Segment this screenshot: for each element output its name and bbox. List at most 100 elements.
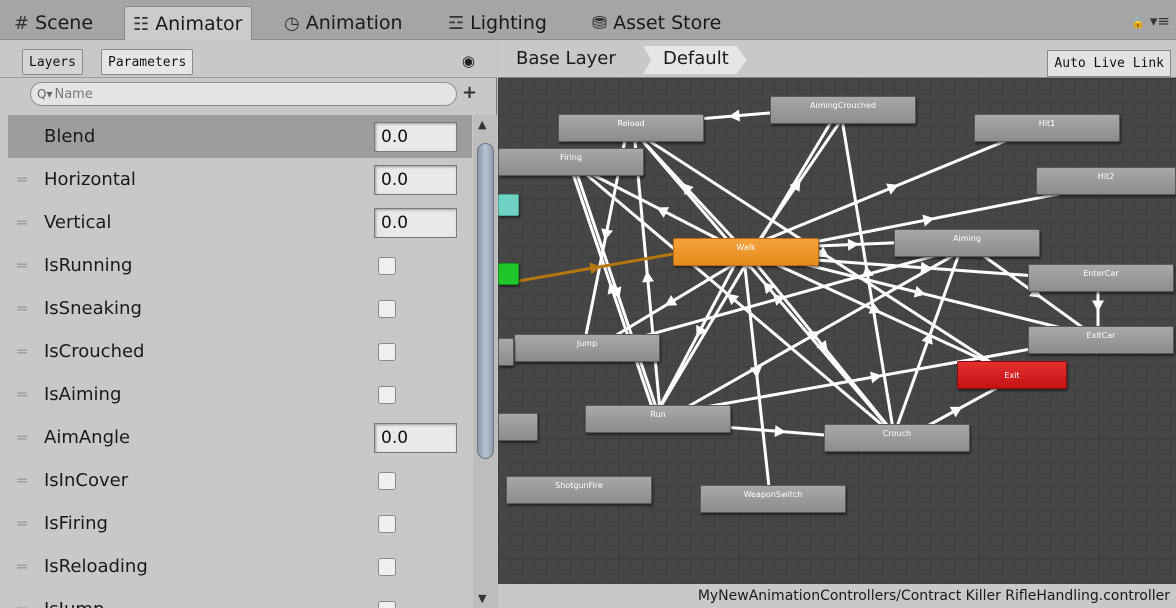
scrollbar-thumb[interactable] <box>477 143 494 459</box>
search-icon[interactable]: Q▾ <box>37 87 52 101</box>
drag-handle-icon[interactable]: ═ <box>8 170 36 189</box>
scroll-down-arrow-icon[interactable]: ▼ <box>478 592 486 605</box>
state-node-aiming[interactable]: Aiming <box>894 229 1040 257</box>
parameter-row[interactable]: ═ IsInCover <box>8 459 472 502</box>
graph-header: Base Layer Default Auto Live Link <box>498 40 1176 78</box>
tab-label: Lighting <box>470 12 547 34</box>
drag-handle-icon[interactable]: ═ <box>8 213 36 232</box>
state-node-exit[interactable]: Exit <box>957 361 1067 389</box>
window-controls: 🔒 ▾≡ <box>1131 12 1170 30</box>
drag-handle-icon[interactable]: ═ <box>8 342 36 361</box>
transition-arrowhead <box>913 285 926 298</box>
lock-icon[interactable]: 🔒 <box>1131 16 1145 29</box>
parameter-row[interactable]: ═ IsCrouched <box>8 330 472 373</box>
auto-live-link-button[interactable]: Auto Live Link <box>1047 50 1171 77</box>
parameter-row[interactable]: ═ IsJump <box>8 588 472 608</box>
parameter-scrollbar[interactable]: ▲ ▼ <box>473 115 497 608</box>
tab-asset-store[interactable]: ⛃ Asset Store <box>584 6 729 40</box>
state-node-exitcar[interactable]: ExitCar <box>1028 326 1174 354</box>
drag-handle-icon[interactable]: ═ <box>8 385 36 404</box>
drag-handle-icon[interactable]: ═ <box>8 428 36 447</box>
state-node-jump[interactable]: Jump <box>514 334 660 362</box>
drag-handle-icon[interactable]: ═ <box>8 471 36 490</box>
state-node-crouch[interactable]: Crouch <box>824 424 970 452</box>
transition-arrowhead <box>774 425 786 438</box>
tab-animator[interactable]: ☷ Animator <box>124 6 252 41</box>
animator-graph-canvas[interactable]: AimingCrouched Reload Hit1 Firing Hit2 Aiming… <box>498 78 1176 584</box>
drag-handle-icon[interactable]: ═ <box>8 514 36 533</box>
parameter-name: IsReloading <box>44 556 148 577</box>
parameter-name: IsRunning <box>44 255 133 276</box>
tab-scene[interactable]: # Scene <box>6 6 101 40</box>
state-node-sub1[interactable] <box>498 338 514 366</box>
parameter-checkbox[interactable] <box>378 471 396 490</box>
tab-layers[interactable]: Layers <box>22 49 83 75</box>
state-node-hit1[interactable]: Hit1 <box>974 114 1120 142</box>
drag-handle-icon[interactable]: ═ <box>8 127 36 146</box>
state-node-reload[interactable]: Reload <box>558 114 704 142</box>
parameter-search-input[interactable]: Q▾ Name <box>30 82 457 106</box>
parameter-row[interactable]: ═ IsReloading <box>8 545 472 588</box>
state-node-entercar[interactable]: EnterCar <box>1028 264 1174 292</box>
parameters-panel: Layers Parameters ◉ Q▾ Name + ═ Blend 0.0 ═… <box>0 40 497 608</box>
parameter-row[interactable]: ═ IsSneaking <box>8 287 472 330</box>
parameter-row[interactable]: ═ IsRunning <box>8 244 472 287</box>
parameter-list: ═ Blend 0.0 ═ Horizontal 0.0 ═ Vertical 0.0 ═ IsRu… <box>8 115 472 608</box>
parameter-row[interactable]: ═ Horizontal 0.0 <box>8 158 472 201</box>
parameter-checkbox[interactable] <box>378 299 396 318</box>
state-node-aimingcrouched[interactable]: AimingCrouched <box>770 96 916 124</box>
clock-icon: ◷ <box>284 12 300 34</box>
parameter-value-field[interactable]: 0.0 <box>374 207 457 238</box>
parameter-checkbox[interactable] <box>378 342 396 361</box>
window-tab-bar: # Scene ☷ Animator ◷ Animation ☲ Lightin… <box>0 0 1176 41</box>
drag-handle-icon[interactable]: ═ <box>8 600 36 608</box>
parameter-row[interactable]: ═ IsFiring <box>8 502 472 545</box>
parameter-checkbox[interactable] <box>378 557 396 576</box>
parameter-row[interactable]: ═ IsAiming <box>8 373 472 416</box>
store-bag-icon: ⛃ <box>592 12 608 34</box>
breadcrumb-base-layer[interactable]: Base Layer <box>516 48 616 69</box>
parameter-name: IsSneaking <box>44 298 142 319</box>
state-node-entry[interactable] <box>498 263 519 285</box>
transition-arrowhead <box>870 371 882 384</box>
tab-lighting[interactable]: ☲ Lighting <box>440 6 555 40</box>
parameter-value-field[interactable]: 0.0 <box>374 121 457 152</box>
drag-handle-icon[interactable]: ═ <box>8 299 36 318</box>
tab-label: Animator <box>155 13 243 35</box>
drag-handle-icon[interactable]: ═ <box>8 557 36 576</box>
parameter-checkbox[interactable] <box>378 256 396 275</box>
tab-parameters[interactable]: Parameters <box>101 49 194 75</box>
state-node-firing[interactable]: Firing <box>498 148 644 176</box>
parameter-checkbox[interactable] <box>378 600 396 608</box>
state-node-weaponswitch[interactable]: WeaponSwitch <box>700 485 846 513</box>
transition-arrowhead <box>728 109 740 122</box>
search-placeholder: Name <box>54 86 93 102</box>
add-parameter-button[interactable]: + <box>462 82 477 103</box>
menu-icon[interactable]: ▾≡ <box>1150 12 1170 30</box>
animator-icon: ☷ <box>133 13 150 35</box>
parameter-row[interactable]: ═ Blend 0.0 <box>8 115 472 158</box>
state-node-shotgunfire[interactable]: ShotgunFire <box>506 476 652 504</box>
tab-animation[interactable]: ◷ Animation <box>276 6 411 40</box>
controller-path: MyNewAnimationControllers/Contract Kille… <box>498 584 1176 608</box>
state-node-anystate[interactable] <box>498 194 519 216</box>
parameter-checkbox[interactable] <box>378 385 396 404</box>
drag-handle-icon[interactable]: ═ <box>8 256 36 275</box>
parameter-checkbox[interactable] <box>378 514 396 533</box>
state-node-sub2[interactable] <box>498 413 538 441</box>
eye-icon[interactable]: ◉ <box>462 52 475 70</box>
parameter-row[interactable]: ═ AimAngle 0.0 <box>8 416 472 459</box>
parameter-value-field[interactable]: 0.0 <box>374 422 457 453</box>
state-node-run[interactable]: Run <box>585 405 731 433</box>
breadcrumb-default[interactable]: Default <box>643 46 747 74</box>
transition-arrowhead <box>642 271 654 283</box>
parameter-value-field[interactable]: 0.0 <box>374 164 457 195</box>
parameter-name: IsCrouched <box>44 341 145 362</box>
transition-arrowhead <box>847 238 859 251</box>
lighting-icon: ☲ <box>448 12 465 34</box>
parameter-row[interactable]: ═ Vertical 0.0 <box>8 201 472 244</box>
state-node-hit2[interactable]: Hit2 <box>1036 167 1176 195</box>
state-node-walk[interactable]: Walk <box>673 238 819 266</box>
parameter-name: IsJump <box>44 599 472 608</box>
scroll-up-arrow-icon[interactable]: ▲ <box>478 118 486 131</box>
